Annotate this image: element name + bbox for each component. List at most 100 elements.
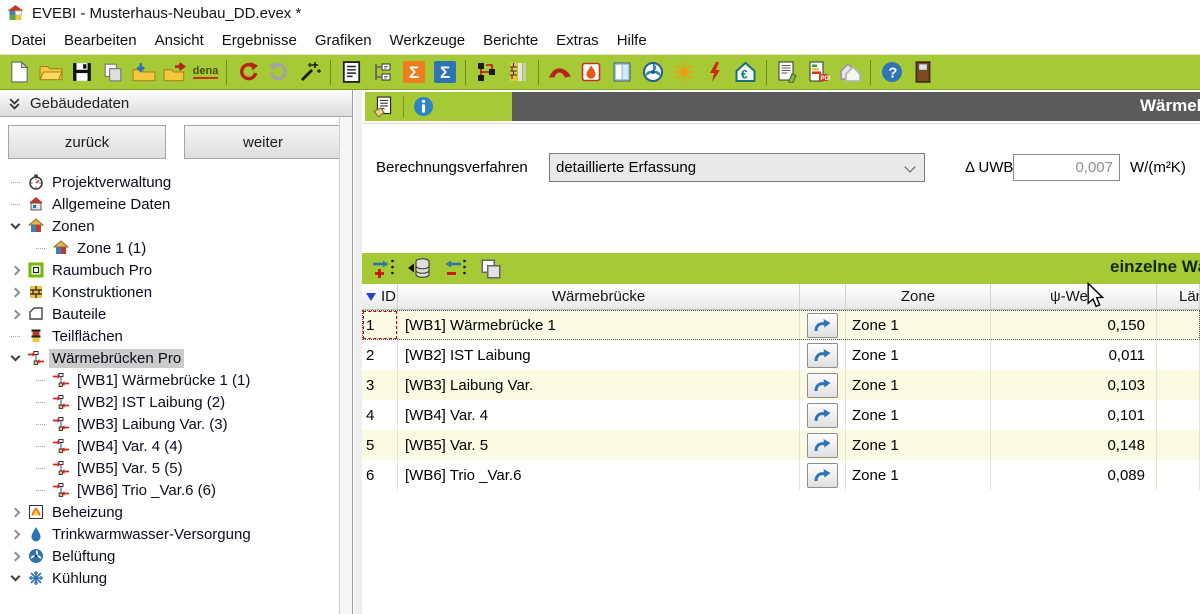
menu-berichte[interactable]: Berichte — [474, 28, 547, 53]
wizard-icon[interactable] — [294, 58, 325, 86]
tree-item-trinkwarmwasser[interactable]: Trinkwarmwasser-Versorgung — [0, 523, 352, 545]
expander-closed-icon[interactable] — [8, 509, 22, 516]
tree-item-zone-1[interactable]: Zone 1 (1) — [0, 237, 352, 259]
data-tree-icon[interactable] — [367, 58, 398, 86]
back-button[interactable]: zurück — [8, 125, 166, 159]
redo-icon[interactable] — [263, 58, 294, 86]
menu-werkzeuge[interactable]: Werkzeuge — [381, 28, 475, 53]
tree-item-wb5[interactable]: [WB5] Var. 5 (5) — [0, 457, 352, 479]
menu-ergebnisse[interactable]: Ergebnisse — [213, 28, 306, 53]
table-row[interactable]: 6 [WB6] Trio _Var.6 Zone 1 0,089 — [362, 460, 1200, 490]
expander-closed-icon[interactable] — [8, 289, 22, 296]
new-file-icon[interactable] — [4, 58, 35, 86]
cell-length — [1157, 400, 1200, 430]
energy-pdf-icon[interactable]: PDF — [803, 58, 834, 86]
expander-open-icon[interactable] — [8, 576, 22, 580]
tree-item-bauteile[interactable]: Bauteile — [0, 303, 352, 325]
filter-triangle-icon[interactable] — [366, 293, 376, 301]
tree-item-waermebruecken-pro[interactable]: Wärmebrücken Pro — [0, 347, 352, 369]
expander-closed-icon[interactable] — [8, 267, 22, 274]
table-row[interactable]: 4 [WB4] Var. 4 Zone 1 0,101 — [362, 400, 1200, 430]
column-header-waermebruecke[interactable]: Wärmebrücke — [398, 284, 800, 309]
column-header-laenge[interactable]: Länge — [1157, 284, 1200, 309]
export-folder-icon[interactable] — [159, 58, 190, 86]
remove-row-icon[interactable] — [442, 256, 468, 282]
wall-layers-icon[interactable] — [502, 58, 533, 86]
table-row[interactable]: 2 [WB2] IST Laibung Zone 1 0,011 — [362, 340, 1200, 370]
house-euro-icon[interactable]: € — [730, 58, 761, 86]
calc-method-select[interactable]: detaillierte Erfassung — [549, 153, 925, 182]
tree-item-wb4[interactable]: [WB4] Var. 4 (4) — [0, 435, 352, 457]
add-row-icon[interactable] — [370, 256, 396, 282]
help-icon[interactable]: ? — [876, 58, 907, 86]
report-calc-icon[interactable] — [772, 58, 803, 86]
open-thermal-bridge-button[interactable] — [807, 343, 838, 368]
info-icon[interactable] — [412, 96, 434, 118]
tree-item-raumbuch-pro[interactable]: Raumbuch Pro — [0, 259, 352, 281]
expander-closed-icon[interactable] — [8, 531, 22, 538]
next-button[interactable]: weiter — [184, 125, 342, 159]
sidebar-header[interactable]: Gebäudedaten — [0, 90, 352, 117]
tree-item-allgemeine-daten[interactable]: Allgemeine Daten — [0, 193, 352, 215]
flame-box-icon[interactable] — [575, 58, 606, 86]
ventilation-fan-icon[interactable] — [637, 58, 668, 86]
cell-zone: Zone 1 — [846, 370, 991, 400]
tree-item-zonen[interactable]: Zonen — [0, 215, 352, 237]
window-icon[interactable] — [606, 58, 637, 86]
column-header-action[interactable] — [800, 284, 846, 309]
lightning-icon[interactable] — [699, 58, 730, 86]
tree-item-kuehlung[interactable]: Kühlung — [0, 567, 352, 589]
cell-name: [WB3] Laibung Var. — [398, 370, 800, 400]
open-thermal-bridge-button[interactable] — [807, 433, 838, 458]
sum-orange-icon[interactable]: Σ — [398, 58, 429, 86]
menu-grafiken[interactable]: Grafiken — [306, 28, 381, 53]
building-variants-icon[interactable] — [834, 58, 865, 86]
tree-item-wb1[interactable]: [WB1] Wärmebrücke 1 (1) — [0, 369, 352, 391]
database-assign-icon[interactable] — [406, 256, 432, 282]
tree-item-wb6[interactable]: [WB6] Trio _Var.6 (6) — [0, 479, 352, 501]
roof-icon[interactable] — [544, 58, 575, 86]
menu-hilfe[interactable]: Hilfe — [608, 28, 656, 53]
open-thermal-bridge-button[interactable] — [807, 373, 838, 398]
tree-item-belueftung[interactable]: Belüftung — [0, 545, 352, 567]
column-header-psi[interactable]: ψ-Wert — [991, 284, 1157, 309]
door-icon[interactable] — [907, 58, 938, 86]
report-document-icon[interactable] — [336, 58, 367, 86]
open-thermal-bridge-button[interactable] — [807, 403, 838, 428]
sum-blue-icon[interactable]: Σ — [429, 58, 460, 86]
save-icon[interactable] — [66, 58, 97, 86]
panel-splitter[interactable] — [354, 90, 362, 614]
menu-bearbeiten[interactable]: Bearbeiten — [55, 28, 146, 53]
open-thermal-bridge-button[interactable] — [807, 463, 838, 488]
table-row[interactable]: 5 [WB5] Var. 5 Zone 1 0,148 — [362, 430, 1200, 460]
table-row[interactable]: 1 [WB1] Wärmebrücke 1 Zone 1 0,150 — [362, 310, 1200, 340]
undo-icon[interactable] — [232, 58, 263, 86]
tree-item-konstruktionen[interactable]: Konstruktionen — [0, 281, 352, 303]
expander-open-icon[interactable] — [8, 224, 22, 228]
tree-item-wb2[interactable]: [WB2] IST Laibung (2) — [0, 391, 352, 413]
copy-page-icon[interactable] — [97, 58, 128, 86]
tree-item-teilflaechen[interactable]: Teilflächen — [0, 325, 352, 347]
expander-closed-icon[interactable] — [8, 311, 22, 318]
expander-closed-icon[interactable] — [8, 553, 22, 560]
column-header-id[interactable]: ID — [362, 284, 398, 309]
report-print-icon[interactable] — [373, 96, 395, 118]
delta-uwb-input[interactable] — [1013, 154, 1120, 181]
open-thermal-bridge-button[interactable] — [807, 313, 838, 338]
menu-extras[interactable]: Extras — [547, 28, 608, 53]
menu-datei[interactable]: Datei — [2, 28, 55, 53]
table-row[interactable]: 3 [WB3] Laibung Var. Zone 1 0,103 — [362, 370, 1200, 400]
menu-ansicht[interactable]: Ansicht — [146, 28, 213, 53]
import-folder-icon[interactable] — [128, 58, 159, 86]
copy-row-icon[interactable] — [478, 256, 504, 282]
open-file-icon[interactable] — [35, 58, 66, 86]
tree-item-projektverwaltung[interactable]: Projektverwaltung — [0, 171, 352, 193]
dena-logo-icon[interactable]: dena — [190, 58, 221, 86]
flowchart-icon[interactable] — [471, 58, 502, 86]
tree-item-beheizung[interactable]: Beheizung — [0, 501, 352, 523]
sun-icon[interactable] — [668, 58, 699, 86]
tree-item-wb3[interactable]: [WB3] Laibung Var. (3) — [0, 413, 352, 435]
column-header-zone[interactable]: Zone — [846, 284, 991, 309]
sidebar-scrollbar[interactable] — [339, 117, 352, 614]
expander-open-icon[interactable] — [8, 356, 22, 360]
